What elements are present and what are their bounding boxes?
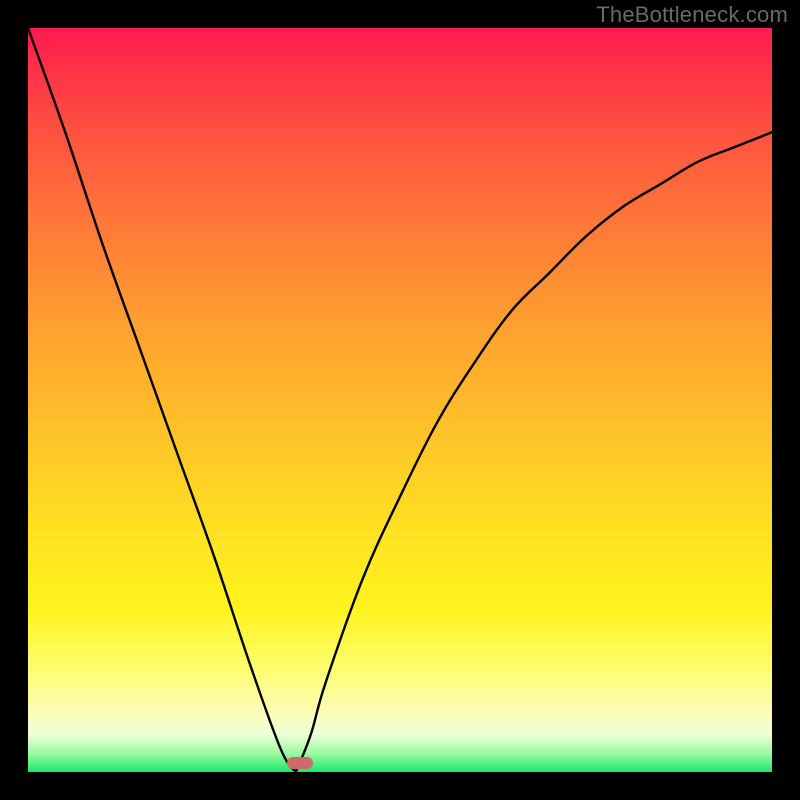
plot-area [28,28,772,772]
curve-path [28,28,772,772]
optimal-marker [287,757,313,769]
watermark-text: TheBottleneck.com [596,2,788,28]
chart-frame: TheBottleneck.com [0,0,800,800]
bottleneck-curve [28,28,772,772]
